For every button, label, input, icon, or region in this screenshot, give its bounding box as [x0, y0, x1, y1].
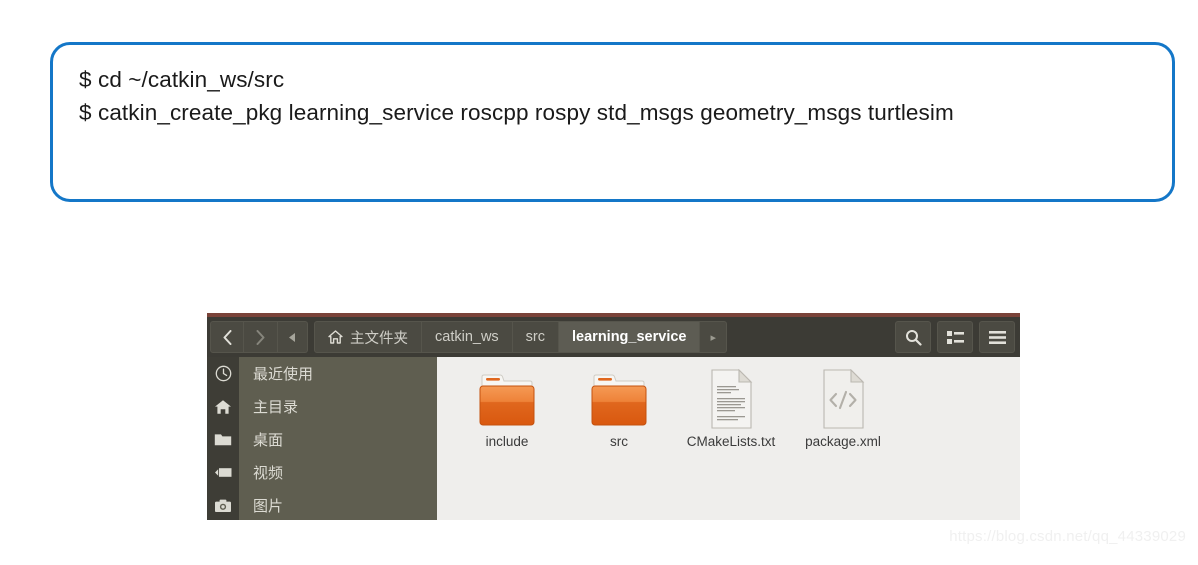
toolbar-right-buttons	[895, 321, 1017, 353]
forward-button[interactable]	[244, 321, 278, 353]
file-item-include[interactable]: include	[451, 363, 563, 450]
command-callout-box: $ cd ~/catkin_ws/src $ catkin_create_pkg…	[50, 42, 1175, 202]
home-icon	[207, 399, 239, 415]
command-line: $ catkin_create_pkg learning_service ros…	[79, 100, 954, 125]
sidebar-item-label: 最近使用	[253, 366, 314, 383]
view-toggle-button[interactable]	[937, 321, 973, 353]
file-icon-grid: include src CMakeLists.txt package.xml	[437, 357, 1020, 450]
text-document-icon	[706, 367, 756, 429]
file-item-src[interactable]: src	[563, 363, 675, 450]
file-label: CMakeLists.txt	[686, 434, 776, 449]
file-manager-sidebar: 最近使用 主目录 桌面 视频 图片	[207, 357, 437, 520]
chevron-right-icon	[256, 329, 265, 345]
folder-icon	[588, 367, 650, 429]
file-manager-window: 主文件夹 catkin_ws src learning_service ▸ 最近…	[207, 313, 1020, 520]
search-icon	[905, 329, 922, 346]
chevron-left-icon	[223, 329, 231, 345]
video-icon	[207, 466, 239, 479]
sidebar-item-label: 图片	[253, 498, 284, 515]
breadcrumb-label: 主文件夹	[350, 330, 408, 347]
xml-document-icon	[818, 367, 868, 429]
file-manager-body: 最近使用 主目录 桌面 视频 图片 include src CMakeLists…	[207, 357, 1020, 520]
parent-folder-button[interactable]	[278, 321, 308, 353]
sidebar-item-videos[interactable]: 视频	[207, 456, 437, 489]
breadcrumb-item-catkin-ws[interactable]: catkin_ws	[422, 321, 513, 353]
sidebar-item-pictures[interactable]: 图片	[207, 489, 437, 520]
file-item-cmakelists[interactable]: CMakeLists.txt	[675, 363, 787, 450]
search-button[interactable]	[895, 321, 931, 353]
menu-button[interactable]	[979, 321, 1015, 353]
list-view-icon	[946, 330, 964, 344]
file-label: include	[485, 434, 529, 449]
file-manager-content: include src CMakeLists.txt package.xml	[437, 357, 1020, 520]
clock-icon	[207, 365, 239, 382]
home-icon	[328, 330, 343, 344]
navigation-button-group	[210, 321, 308, 353]
command-text-block: $ cd ~/catkin_ws/src $ catkin_create_pkg…	[79, 63, 1148, 129]
sidebar-item-label: 主目录	[253, 399, 299, 416]
folder-icon	[207, 432, 239, 447]
breadcrumb: 主文件夹 catkin_ws src learning_service ▸	[314, 321, 889, 353]
sidebar-item-recent[interactable]: 最近使用	[207, 357, 437, 390]
file-label: src	[610, 434, 628, 449]
command-line: $ cd ~/catkin_ws/src	[79, 67, 285, 92]
hamburger-menu-icon	[988, 330, 1006, 344]
back-button[interactable]	[210, 321, 244, 353]
sidebar-item-label: 桌面	[253, 432, 284, 449]
file-manager-toolbar: 主文件夹 catkin_ws src learning_service ▸	[207, 317, 1020, 357]
file-item-package-xml[interactable]: package.xml	[787, 363, 899, 450]
sidebar-item-label: 视频	[253, 465, 284, 482]
breadcrumb-item-learning-service[interactable]: learning_service	[559, 321, 701, 353]
folder-icon	[476, 367, 538, 429]
triangle-left-icon	[289, 332, 295, 342]
watermark: https://blog.csdn.net/qq_44339029	[949, 528, 1186, 545]
sidebar-item-home[interactable]: 主目录	[207, 390, 437, 423]
breadcrumb-item-src[interactable]: src	[512, 321, 560, 353]
camera-icon	[207, 499, 239, 513]
sidebar-item-desktop[interactable]: 桌面	[207, 423, 437, 456]
file-label: package.xml	[805, 434, 881, 449]
breadcrumb-next-arrow[interactable]: ▸	[700, 321, 728, 353]
breadcrumb-item-home[interactable]: 主文件夹	[314, 321, 422, 353]
